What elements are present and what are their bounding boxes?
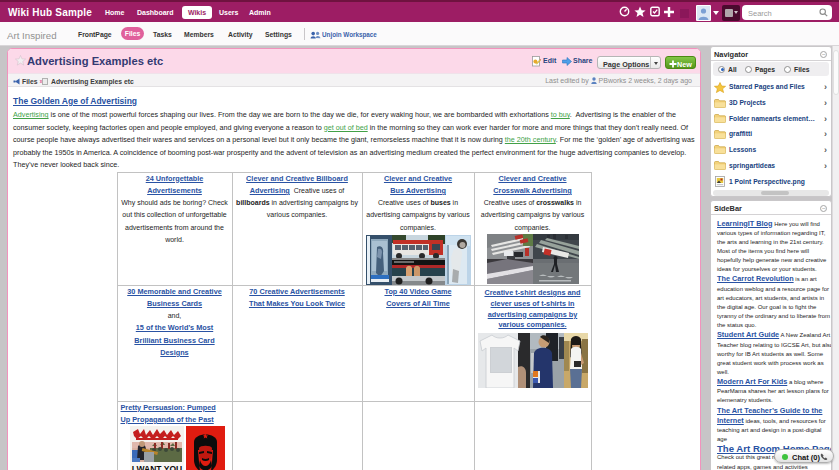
svg-text:I WANT YOU: I WANT YOU bbox=[131, 464, 181, 470]
